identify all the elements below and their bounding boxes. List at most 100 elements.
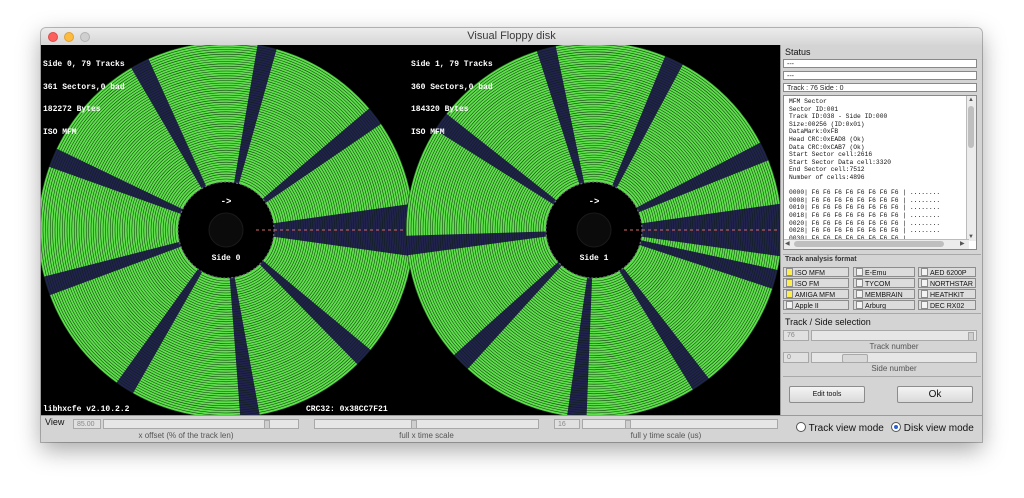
sector-info-vertical-scrollbar[interactable]: ▲ ▼ — [966, 96, 976, 241]
format-label: Arburg — [865, 303, 887, 310]
format-label: MEMBRAIN — [865, 292, 903, 299]
track-analysis-header: Track analysis format — [785, 256, 857, 263]
format-label: ISO FM — [795, 281, 820, 288]
sector-info-line: DataMark:0xFB — [789, 128, 839, 136]
disk-view-canvas[interactable]: -> Side 0 -> Side 1 Side 0, 79 Tracks 361 S… — [41, 45, 780, 415]
library-version: libhxcfe v2.10.2.2 — [43, 405, 130, 414]
format-checkbox-heathkit[interactable]: HEATHKIT — [918, 289, 976, 299]
sector-info-box[interactable]: MFM Sector Sector ID:001 Track ID:038 - Si… — [783, 95, 977, 250]
checkbox-indicator[interactable] — [921, 268, 928, 276]
format-checkbox-apple-ii[interactable]: Apple II — [783, 300, 849, 310]
sector-info-line: 0018| F6 F6 F6 F6 F6 F6 F6 F6 | ........ — [789, 211, 941, 219]
disk-side-1-direction-arrow: -> — [589, 197, 600, 207]
full-x-time-scale-slider[interactable] — [314, 419, 539, 429]
checkbox-indicator[interactable] — [921, 301, 928, 309]
checkbox-indicator[interactable] — [786, 301, 793, 309]
title-bar: Visual Floppy disk — [41, 28, 982, 46]
y-time-scale-handle[interactable] — [625, 420, 631, 429]
sector-info-line: 0020| F6 F6 F6 F6 F6 F6 F6 F6 | ........ — [789, 219, 941, 227]
disk-side-0-direction-arrow: -> — [221, 197, 232, 207]
side-slider-handle[interactable] — [842, 354, 868, 363]
status-field-1: --- — [783, 59, 977, 68]
crc-readout: CRC32: 0x38CC7F21 — [306, 405, 388, 414]
sector-info-line: 0008| F6 F6 F6 F6 F6 F6 F6 F6 | ........ — [789, 196, 941, 204]
edit-tools-button[interactable]: Edit tools — [789, 386, 865, 403]
format-checkbox-membrain[interactable]: MEMBRAIN — [853, 289, 915, 299]
sector-info-text: MFM Sector Sector ID:001 Track ID:038 - Si… — [789, 98, 940, 242]
track-number-slider[interactable] — [811, 330, 977, 341]
checkbox-indicator[interactable] — [786, 268, 793, 276]
checkbox-indicator[interactable] — [856, 290, 863, 298]
sector-info-line: Track ID:038 - Side ID:000 — [789, 113, 888, 121]
format-label: DEC RX02 — [930, 303, 965, 310]
track-side-selection-header: Track / Side selection — [785, 317, 871, 327]
ok-button[interactable]: Ok — [897, 386, 973, 403]
sector-info-line — [789, 182, 940, 190]
disk-view-mode-option[interactable]: Disk view mode — [891, 422, 974, 434]
checkbox-indicator[interactable] — [856, 301, 863, 309]
sector-info-line: 0028| F6 F6 F6 F6 F6 F6 F6 F6 | ........ — [789, 227, 941, 235]
x-time-scale-handle[interactable] — [411, 420, 417, 429]
checkbox-indicator[interactable] — [786, 279, 793, 287]
sector-info-line: Start Sector Data cell:3320 — [789, 158, 892, 166]
sector-info-line: 0000| F6 F6 F6 F6 F6 F6 F6 F6 | ........ — [789, 189, 941, 197]
format-label: NORTHSTAR — [930, 281, 973, 288]
format-checkbox-iso-fm[interactable]: ISO FM — [783, 278, 849, 288]
checkbox-indicator[interactable] — [856, 268, 863, 276]
format-checkbox-aed-6200p[interactable]: AED 6200P — [918, 267, 976, 277]
format-checkbox-arburg[interactable]: Arburg — [853, 300, 915, 310]
right-panel: Status --- --- Track : 76 Side : 0 MFM S… — [780, 45, 982, 415]
format-label: ISO MFM — [795, 270, 825, 277]
sector-info-line: Start Sector cell:2616 — [789, 151, 873, 159]
scroll-up-arrow-icon[interactable]: ▲ — [968, 96, 974, 104]
full-y-time-scale-label: full y time scale (us) — [630, 431, 702, 440]
scroll-right-arrow-icon[interactable]: ▶ — [960, 240, 968, 248]
format-checkbox-northstar[interactable]: NORTHSTAR — [918, 278, 976, 288]
track-number-label: Track number — [869, 342, 919, 351]
sector-info-line: Sector ID:001 — [789, 105, 839, 113]
y-time-scale-value[interactable]: 16 — [554, 419, 580, 429]
x-offset-handle[interactable] — [264, 420, 270, 429]
track-number-value[interactable]: 76 — [783, 330, 809, 341]
disk-side-1-label: Side 1 — [580, 254, 609, 263]
sector-info-line: End Sector cell:7512 — [789, 166, 865, 174]
format-label: AMIGA MFM — [795, 292, 836, 299]
sector-info-horizontal-scrollbar[interactable]: ◀ ▶ — [784, 239, 969, 249]
checkbox-indicator[interactable] — [921, 279, 928, 287]
checkbox-indicator[interactable] — [786, 290, 793, 298]
format-checkbox-iso-mfm[interactable]: ISO MFM — [783, 267, 849, 277]
vertical-scroll-thumb[interactable] — [968, 106, 974, 148]
disk-side-1-spindle-hole — [576, 212, 612, 248]
x-offset-slider[interactable] — [103, 419, 299, 429]
status-header: Status — [785, 47, 811, 57]
disk-side-0-spindle-hole — [208, 212, 244, 248]
track-view-mode-radio[interactable] — [796, 422, 806, 432]
disk-view-mode-radio[interactable] — [891, 422, 901, 432]
checkbox-indicator[interactable] — [856, 279, 863, 287]
view-controls-bar: View 85.00 x offset (% of the track len)… — [41, 415, 982, 442]
side0-info: Side 0, 79 Tracks 361 Sectors,0 bad 1822… — [43, 60, 125, 137]
x-offset-value[interactable]: 85.00 — [73, 419, 101, 429]
format-checkbox-dec-rx02[interactable]: DEC RX02 — [918, 300, 976, 310]
disk-side-0-label: Side 0 — [212, 254, 241, 263]
side-number-value[interactable]: 0 — [783, 352, 809, 363]
format-label: E-Emu — [865, 270, 887, 277]
scroll-left-arrow-icon[interactable]: ◀ — [785, 240, 793, 248]
track-view-mode-label: Track view mode — [808, 423, 884, 434]
divider — [783, 313, 981, 315]
sector-info-line: Number of cells:4896 — [789, 173, 865, 181]
full-y-time-scale-slider[interactable] — [582, 419, 778, 429]
format-checkbox-e-emu[interactable]: E-Emu — [853, 267, 915, 277]
disk-view-mode-label: Disk view mode — [903, 423, 974, 434]
side-number-slider[interactable] — [811, 352, 977, 363]
view-label: View — [45, 417, 65, 427]
horizontal-scroll-thumb[interactable] — [794, 241, 944, 247]
format-checkbox-amiga-mfm[interactable]: AMIGA MFM — [783, 289, 849, 299]
checkbox-indicator[interactable] — [921, 290, 928, 298]
format-checkbox-tycom[interactable]: TYCOM — [853, 278, 915, 288]
track-side-status: Track : 76 Side : 0 — [783, 83, 977, 92]
divider — [783, 376, 981, 378]
track-view-mode-option[interactable]: Track view mode — [796, 422, 884, 434]
track-slider-handle[interactable] — [968, 332, 974, 341]
format-label: Apple II — [795, 303, 819, 310]
